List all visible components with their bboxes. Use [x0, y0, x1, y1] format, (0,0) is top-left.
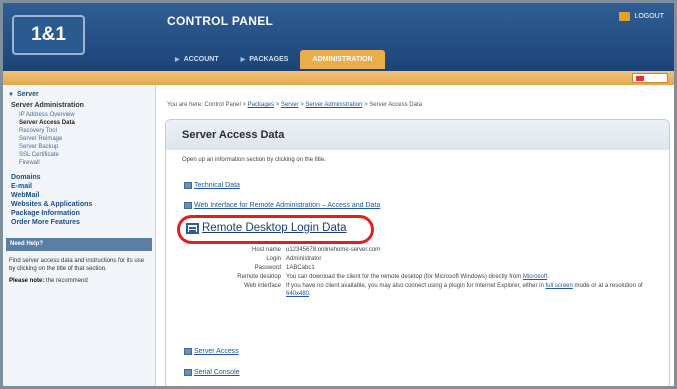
sidebar: ▼ Server Server Administration IP Addres… — [3, 85, 156, 386]
section-web-interface-label: Web Interface for Remote Administration … — [194, 202, 381, 209]
arrow-icon: ▶ — [175, 57, 180, 63]
section-remote-desktop[interactable]: Remote Desktop Login Data — [186, 222, 346, 234]
detail-row: Remote desktop You can download the clie… — [166, 273, 671, 281]
expand-icon — [184, 369, 192, 376]
sidebar-section-label: Server — [16, 91, 39, 98]
panel-header: Server Access Data — [166, 120, 669, 150]
tab-packages[interactable]: ▶ PACKAGES — [231, 51, 299, 69]
sidebar-item-ip-address[interactable]: IP Address Overview — [3, 111, 155, 119]
tab-packages-label: PACKAGES — [249, 56, 289, 63]
help-note-label: Please note: — [9, 278, 45, 284]
breadcrumb: You are here: Control Panel > Packages >… — [167, 102, 422, 108]
expand-icon — [184, 202, 192, 209]
remote-desktop-label: Remote desktop — [237, 274, 281, 280]
web-interface-text: If you have no client available, you may… — [286, 283, 544, 289]
remote-desktop-text: You can download the client for the remo… — [286, 274, 522, 280]
tab-administration[interactable]: ADMINISTRATION — [300, 50, 385, 69]
main-content: You are here: Control Panel > Packages >… — [157, 85, 674, 386]
server-access-panel: Server Access Data Open up an informatio… — [165, 119, 671, 386]
web-interface-label: Web interface — [244, 283, 281, 289]
breadcrumb-server[interactable]: Server — [281, 102, 299, 108]
sidebar-section-server[interactable]: ▼ Server — [3, 85, 155, 98]
tab-administration-label: ADMINISTRATION — [312, 56, 373, 63]
section-remote-desktop-label: Remote Desktop Login Data — [202, 222, 347, 234]
browser-frame: 1&1 CONTROL PANEL LOGOUT ▶ ACCOUNT ▶ PAC… — [0, 0, 677, 389]
section-technical-data[interactable]: Technical Data — [184, 182, 240, 189]
logout-button[interactable]: LOGOUT — [619, 12, 664, 21]
remote-desktop-value: You can download the client for the remo… — [286, 274, 549, 280]
collapse-icon — [186, 222, 199, 234]
logout-label: LOGOUT — [634, 13, 664, 20]
section-server-access[interactable]: Server Access — [184, 348, 239, 355]
tab-account[interactable]: ▶ ACCOUNT — [165, 51, 229, 69]
sidebar-item-websites[interactable]: Websites & Applications — [3, 200, 155, 209]
header: 1&1 CONTROL PANEL LOGOUT ▶ ACCOUNT ▶ PAC… — [3, 3, 674, 71]
language-button[interactable] — [632, 73, 668, 83]
main-nav: ▶ ACCOUNT ▶ PACKAGES ADMINISTRATION — [165, 47, 385, 69]
login-value: Administrator — [286, 256, 322, 262]
breadcrumb-current: Server Access Data — [369, 102, 422, 108]
help-text: Find server access data and instructions… — [9, 258, 145, 272]
sidebar-item-domains[interactable]: Domains — [3, 173, 155, 182]
collapse-triangle-icon: ▼ — [8, 91, 14, 98]
password-value: 1ABCabc1 — [286, 265, 315, 271]
control-panel-title: CONTROL PANEL — [167, 14, 274, 28]
sidebar-item-email[interactable]: E-mail — [3, 182, 155, 191]
brand-logo[interactable]: 1&1 — [12, 15, 85, 55]
login-label: Login — [266, 256, 281, 262]
remote-desktop-details: Host name u12345678.onlinehome-server.co… — [166, 246, 671, 299]
password-label: Password — [254, 265, 281, 271]
section-technical-label: Technical Data — [194, 182, 240, 189]
host-name-label: Host name — [251, 247, 281, 253]
sidebar-item-package-information[interactable]: Package Information — [3, 209, 155, 218]
sidebar-item-firewall[interactable]: Firewall — [3, 159, 155, 167]
breadcrumb-prefix: You are here: Control Panel > — [167, 102, 246, 108]
logout-icon — [619, 12, 631, 21]
tab-account-label: ACCOUNT — [183, 56, 219, 63]
sidebar-item-ssl-certificate[interactable]: SSL Certificate — [3, 151, 155, 159]
arrow-icon: ▶ — [240, 57, 246, 63]
host-name-value: u12345678.onlinehome-server.com — [286, 247, 381, 253]
full-screen-link[interactable]: full screen — [546, 283, 573, 289]
sidebar-item-recovery-tool[interactable]: Recovery Tool — [3, 127, 155, 135]
page-title: Server Access Data — [182, 129, 285, 141]
sidebar-item-server-access-data[interactable]: Server Access Data — [3, 119, 155, 127]
section-server-access-label: Server Access — [194, 348, 239, 355]
expand-icon — [184, 182, 192, 189]
resolution-link[interactable]: 640x480 — [286, 291, 309, 297]
panel-description: Open up an information section by clicki… — [182, 157, 326, 163]
breadcrumb-packages[interactable]: Packages — [248, 102, 274, 108]
sub-header-strip — [3, 71, 674, 85]
detail-row: Web interface If you have no client avai… — [166, 282, 671, 298]
help-note: Please note: the recommend — [3, 273, 155, 285]
help-header: Need Help? — [6, 238, 152, 251]
breadcrumb-server-administration[interactable]: Server Administration — [305, 102, 362, 108]
section-serial-console-label: Serial Console — [194, 369, 240, 376]
expand-icon — [184, 348, 192, 355]
sidebar-item-server-backup[interactable]: Server Backup — [3, 143, 155, 151]
detail-row: Host name u12345678.onlinehome-server.co… — [166, 246, 671, 254]
section-serial-console[interactable]: Serial Console — [184, 369, 240, 376]
sidebar-item-webmail[interactable]: WebMail — [3, 191, 155, 200]
section-web-interface[interactable]: Web Interface for Remote Administration … — [184, 202, 380, 209]
web-interface-mid-text: mode or at a resolution of — [574, 283, 643, 289]
help-note-text: the recommend — [46, 278, 88, 284]
web-interface-value: If you have no client available, you may… — [286, 283, 643, 297]
sidebar-subsection[interactable]: Server Administration — [3, 98, 155, 111]
microsoft-link[interactable]: Microsoft — [523, 274, 547, 280]
sidebar-item-order-features[interactable]: Order More Features — [3, 218, 155, 227]
detail-row: Password 1ABCabc1 — [166, 264, 671, 272]
sidebar-item-server-reimage[interactable]: Server Reimage — [3, 135, 155, 143]
detail-row: Login Administrator — [166, 255, 671, 263]
